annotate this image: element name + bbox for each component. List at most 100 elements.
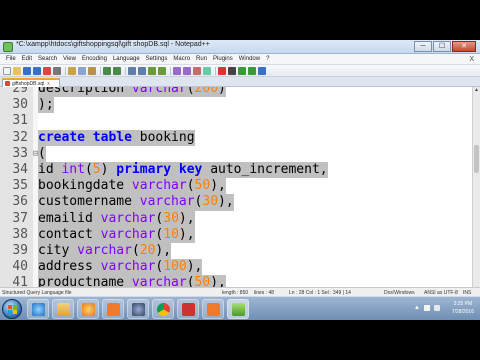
play-macro-icon[interactable] bbox=[238, 66, 246, 75]
menu-window[interactable]: Window bbox=[236, 56, 263, 62]
print-icon[interactable] bbox=[53, 66, 61, 75]
code-token: 100 bbox=[163, 259, 187, 275]
run-macro-multiple-icon[interactable] bbox=[248, 66, 256, 75]
taskbar-xampp[interactable] bbox=[102, 299, 124, 319]
menu-settings[interactable]: Settings bbox=[143, 56, 171, 62]
record-macro-icon[interactable] bbox=[218, 66, 226, 75]
code-line[interactable]: 34 id int(5) primary key auto_increment, bbox=[0, 161, 472, 179]
unsaved-disk-icon bbox=[5, 81, 10, 86]
new-file-icon[interactable] bbox=[3, 66, 11, 75]
code-token: 30 bbox=[202, 194, 219, 210]
code-token: int bbox=[61, 161, 85, 177]
copy-icon[interactable] bbox=[78, 66, 86, 75]
maximize-button[interactable]: ☐ bbox=[433, 41, 451, 52]
code-line[interactable]: 30); bbox=[0, 97, 472, 114]
action-center-flag-icon[interactable] bbox=[424, 305, 430, 311]
redo-icon[interactable] bbox=[113, 66, 121, 75]
taskbar-media-player[interactable] bbox=[77, 299, 99, 319]
close-document-button[interactable]: X bbox=[469, 56, 474, 63]
open-folder-icon[interactable] bbox=[13, 66, 21, 75]
menu-encoding[interactable]: Encoding bbox=[79, 56, 110, 62]
code-token: ( bbox=[131, 242, 140, 258]
cut-icon[interactable] bbox=[68, 66, 76, 75]
save-icon[interactable] bbox=[23, 66, 31, 75]
code-token: ( bbox=[38, 145, 46, 161]
code-token: contact bbox=[38, 226, 101, 242]
undo-icon[interactable] bbox=[103, 66, 111, 75]
code-line[interactable]: 33 ⊟( bbox=[0, 145, 472, 162]
taskbar-app-1[interactable] bbox=[127, 299, 149, 319]
code-token: bookingdate bbox=[38, 178, 132, 194]
zoom-in-icon[interactable] bbox=[148, 66, 156, 75]
toolbar-separator bbox=[170, 66, 171, 75]
line-number: 33 bbox=[12, 145, 28, 161]
code-line[interactable]: 31 bbox=[0, 113, 472, 129]
toolbar-separator bbox=[125, 66, 126, 75]
status-insert-mode: INS bbox=[463, 289, 472, 296]
code-line[interactable]: 38 contact varchar(10), bbox=[0, 226, 472, 243]
code-token: varchar bbox=[100, 259, 156, 275]
scroll-up-arrow-icon[interactable]: ▲ bbox=[473, 87, 480, 95]
line-number: 31 bbox=[12, 113, 28, 129]
save-macro-icon[interactable] bbox=[258, 66, 266, 75]
code-token: ), bbox=[218, 194, 234, 210]
code-token: 10 bbox=[163, 226, 179, 242]
vertical-scrollbar[interactable]: ▲ ▼ bbox=[472, 87, 480, 320]
word-wrap-icon[interactable] bbox=[183, 66, 191, 75]
menu-run[interactable]: Run bbox=[193, 56, 210, 62]
code-line[interactable]: 29 description varchar(200) bbox=[0, 87, 472, 98]
code-line[interactable]: 37 emailid varchar(30), bbox=[0, 210, 472, 227]
code-line[interactable]: 40 address varchar(100), bbox=[0, 259, 472, 276]
stop-macro-icon[interactable] bbox=[228, 66, 236, 75]
menu-search[interactable]: Search bbox=[35, 56, 60, 62]
replace-icon[interactable] bbox=[138, 66, 146, 75]
code-line[interactable]: 36 customername varchar(30), bbox=[0, 194, 472, 211]
toolbar-separator bbox=[215, 66, 216, 75]
code-text: contact varchar(10), bbox=[38, 226, 195, 243]
code-line[interactable]: 35 bookingdate varchar(50), bbox=[0, 178, 472, 195]
code-line[interactable]: 39 city varchar(20), bbox=[0, 242, 472, 260]
taskbar-chrome[interactable] bbox=[152, 299, 174, 319]
close-file-icon[interactable] bbox=[43, 66, 51, 75]
taskbar-explorer[interactable] bbox=[52, 299, 74, 319]
toolbar-separator bbox=[65, 66, 66, 75]
menu-plugins[interactable]: Plugins bbox=[210, 56, 236, 62]
start-button[interactable] bbox=[2, 299, 22, 319]
tab-close-icon[interactable]: x bbox=[47, 81, 50, 87]
toolbar bbox=[0, 65, 480, 77]
zoom-out-icon[interactable] bbox=[158, 66, 166, 75]
taskbar-internet-explorer[interactable] bbox=[27, 299, 49, 319]
title-bar: *C:\xampp\htdocs\giftshoppingsql\gift sh… bbox=[0, 40, 480, 54]
save-all-icon[interactable] bbox=[33, 66, 41, 75]
indent-guide-icon[interactable] bbox=[203, 66, 211, 75]
system-clock[interactable]: 3:25 PM 7/28/2016 bbox=[452, 300, 474, 316]
show-all-chars-icon[interactable] bbox=[193, 66, 201, 75]
find-icon[interactable] bbox=[128, 66, 136, 75]
menu-view[interactable]: View bbox=[60, 56, 79, 62]
menu-macro[interactable]: Macro bbox=[170, 56, 193, 62]
menu-help[interactable]: ? bbox=[263, 56, 272, 62]
menu-edit[interactable]: Edit bbox=[19, 56, 35, 62]
sync-scroll-icon[interactable] bbox=[173, 66, 181, 75]
code-token: varchar bbox=[131, 87, 187, 96]
line-number: 34 bbox=[12, 161, 28, 177]
show-hidden-icons-icon[interactable]: ▲ bbox=[414, 305, 420, 311]
menu-file[interactable]: File bbox=[3, 56, 19, 62]
menu-language[interactable]: Language bbox=[110, 56, 143, 62]
taskbar-xampp-control[interactable] bbox=[202, 299, 224, 319]
code-token: primary key bbox=[116, 161, 211, 177]
app-icon bbox=[182, 303, 195, 316]
code-editor[interactable]: 29 description varchar(200) 30); 31 32 create… bbox=[0, 87, 472, 320]
close-button[interactable]: ✕ bbox=[452, 41, 476, 52]
speaker-icon[interactable] bbox=[434, 305, 440, 311]
minimize-button[interactable]: ─ bbox=[414, 41, 432, 52]
line-number: 36 bbox=[12, 194, 28, 210]
code-text: description varchar(200) bbox=[38, 87, 226, 98]
scrollbar-thumb[interactable] bbox=[474, 145, 479, 173]
code-token: address bbox=[38, 259, 101, 275]
taskbar-notepadpp[interactable] bbox=[227, 299, 249, 319]
paste-icon[interactable] bbox=[88, 66, 96, 75]
taskbar-app-2[interactable] bbox=[177, 299, 199, 319]
tab-giftshopdb-sql[interactable]: giftshopDB.sql x bbox=[2, 78, 60, 87]
code-line[interactable]: 32 create table booking bbox=[0, 129, 472, 146]
